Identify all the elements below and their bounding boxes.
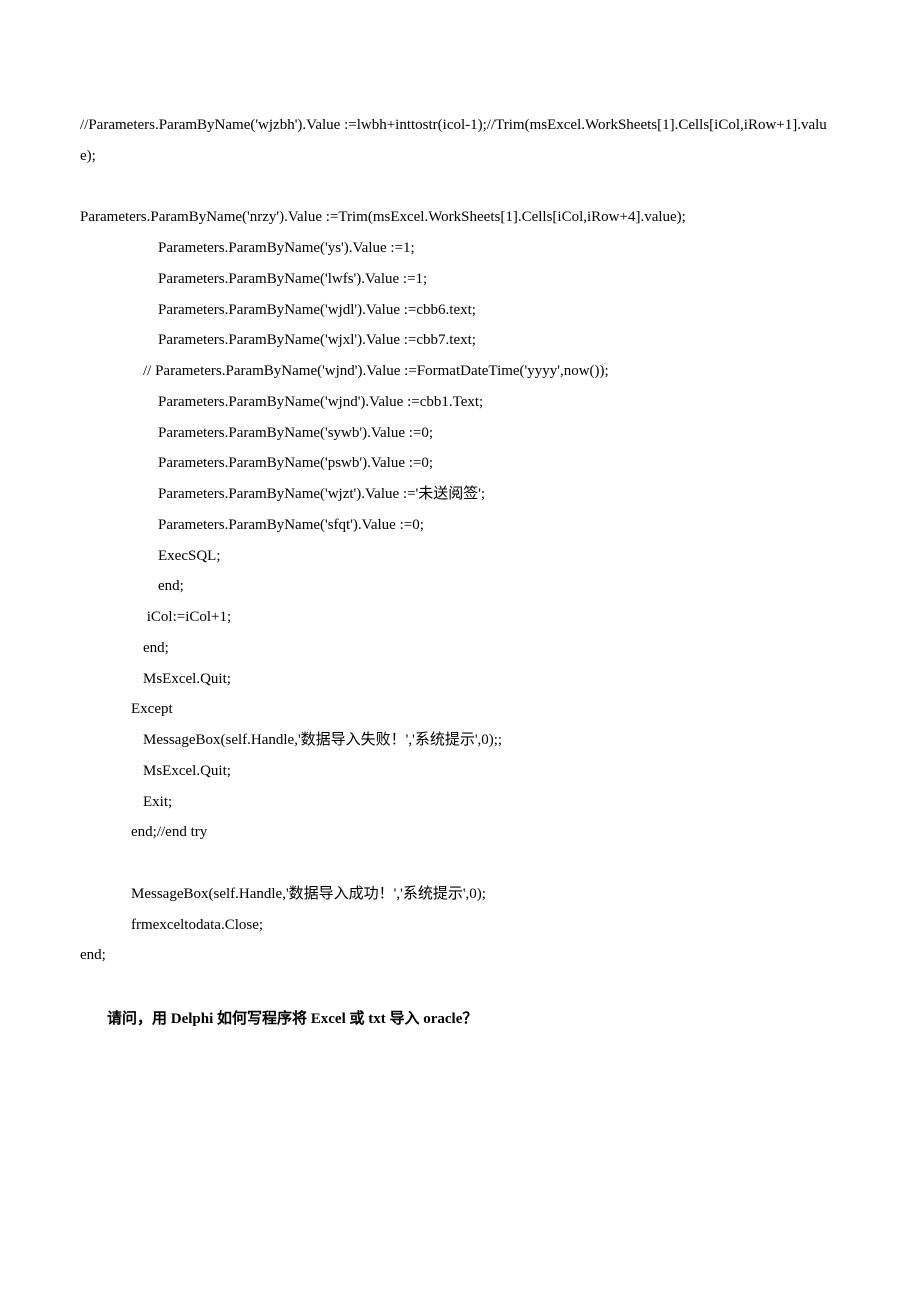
code-line: Parameters.ParamByName('lwfs').Value :=1… xyxy=(80,264,840,295)
code-line: iCol:=iCol+1; xyxy=(80,602,840,633)
code-line: Except xyxy=(80,694,840,725)
code-line: end;//end try xyxy=(80,817,840,848)
code-line: end; xyxy=(80,940,840,971)
code-line: Parameters.ParamByName('pswb').Value :=0… xyxy=(80,448,840,479)
code-line: Parameters.ParamByName('nrzy').Value :=T… xyxy=(80,202,840,233)
code-line: Parameters.ParamByName('sfqt').Value :=0… xyxy=(80,510,840,541)
code-line: end; xyxy=(80,571,840,602)
code-line: end; xyxy=(80,633,840,664)
code-line: Parameters.ParamByName('wjzt').Value :='… xyxy=(80,479,840,510)
question-heading: 请问，用 Delphi 如何写程序将 Excel 或 txt 导入 oracle… xyxy=(80,1004,840,1035)
code-line: frmexceltodata.Close; xyxy=(80,910,840,941)
code-line: MsExcel.Quit; xyxy=(80,756,840,787)
code-line: Parameters.ParamByName('wjxl').Value :=c… xyxy=(80,325,840,356)
blank-line xyxy=(80,172,840,203)
blank-line xyxy=(80,848,840,879)
code-line: ExecSQL; xyxy=(80,541,840,572)
code-line: // Parameters.ParamByName('wjnd').Value … xyxy=(80,356,840,387)
code-line: Exit; xyxy=(80,787,840,818)
code-line: MessageBox(self.Handle,'数据导入成功！','系统提示',… xyxy=(80,879,840,910)
code-line: Parameters.ParamByName('wjdl').Value :=c… xyxy=(80,295,840,326)
code-line: MsExcel.Quit; xyxy=(80,664,840,695)
code-line: Parameters.ParamByName('ys').Value :=1; xyxy=(80,233,840,264)
code-line: //Parameters.ParamByName('wjzbh').Value … xyxy=(80,110,840,172)
code-line: MessageBox(self.Handle,'数据导入失败！','系统提示',… xyxy=(80,725,840,756)
code-line: Parameters.ParamByName('wjnd').Value :=c… xyxy=(80,387,840,418)
code-line: Parameters.ParamByName('sywb').Value :=0… xyxy=(80,418,840,449)
